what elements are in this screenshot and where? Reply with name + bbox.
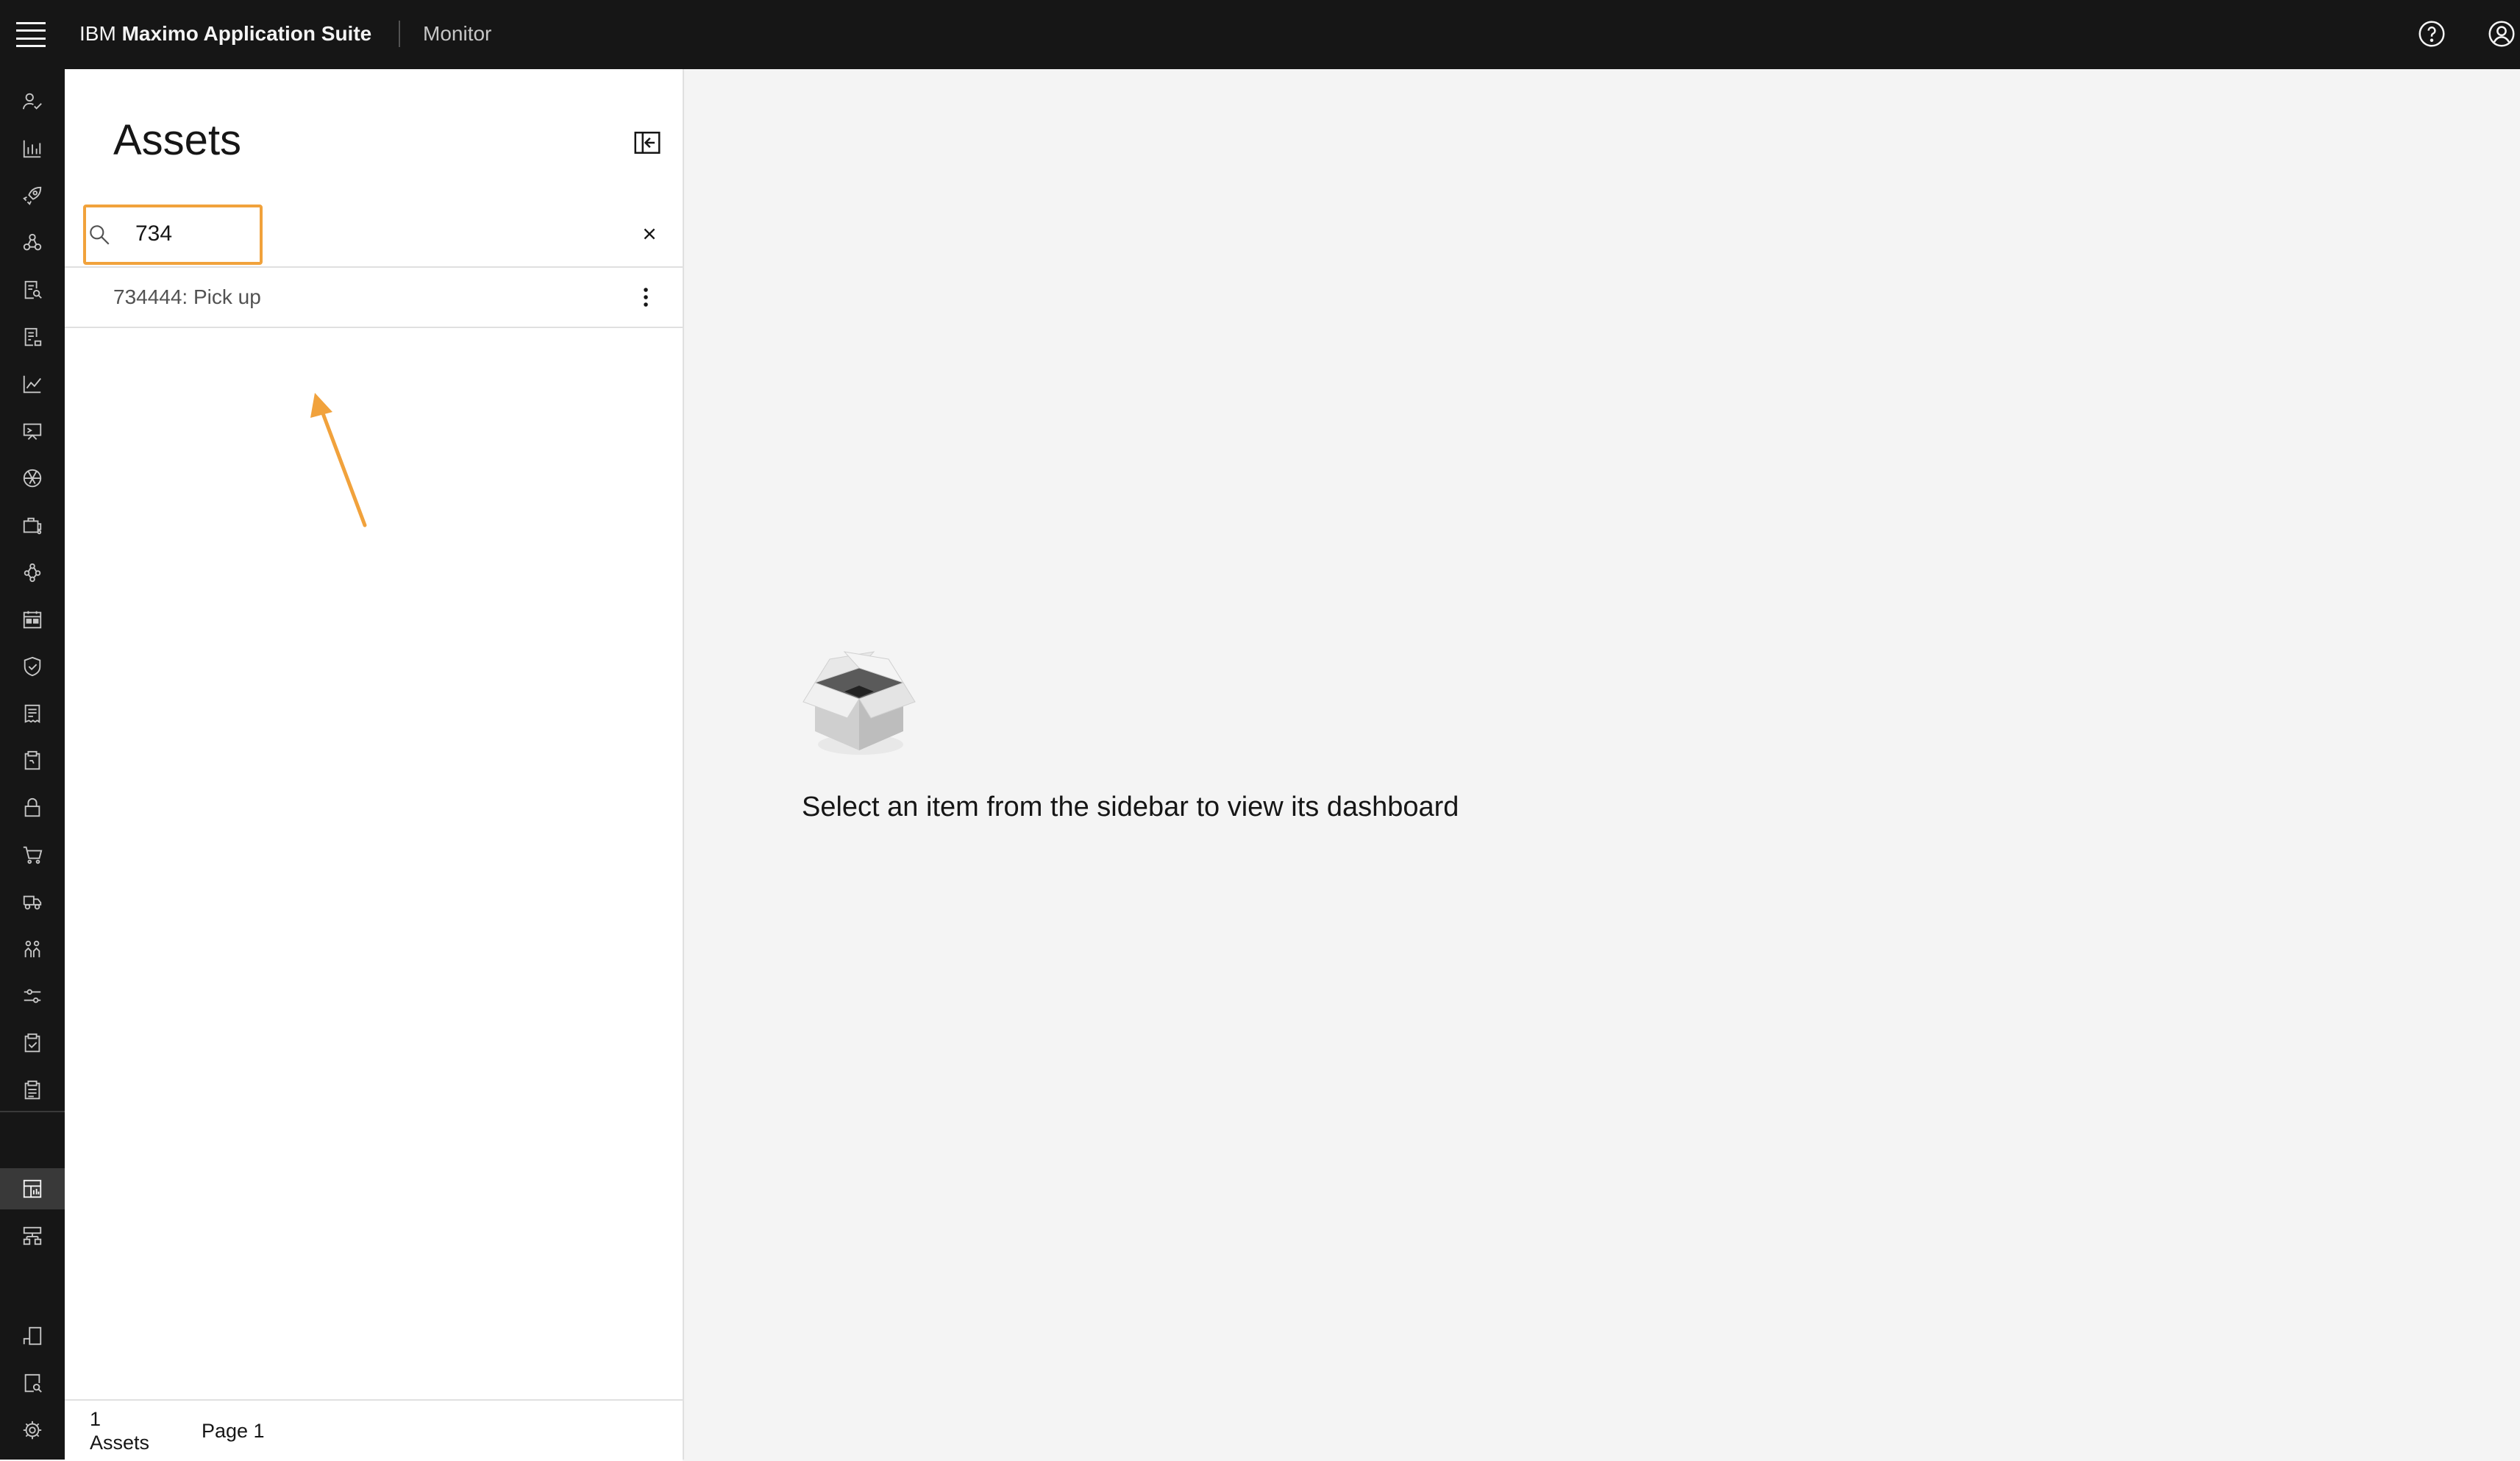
search-device-icon[interactable] (0, 1362, 65, 1404)
header-bar: IBM Maximo Application Suite Monitor (0, 0, 2520, 69)
menu-icon[interactable] (16, 22, 46, 47)
people-icon[interactable] (0, 928, 65, 970)
calendar-icon[interactable] (0, 599, 65, 640)
truck-icon[interactable] (0, 881, 65, 923)
lock-icon[interactable] (0, 787, 65, 828)
page-indicator: Page 1 (202, 1420, 265, 1442)
assets-panel: Assets 734444: Pick up 1 Assets Page 1 (65, 69, 684, 1461)
overflow-menu-icon[interactable] (631, 282, 661, 312)
asset-count-label: Assets (90, 1432, 150, 1454)
dashboard-icon[interactable] (0, 1168, 65, 1209)
open-box-icon (800, 647, 918, 758)
brand-name: Maximo Application Suite (121, 22, 372, 45)
asset-label: 734444: Pick up (113, 285, 261, 308)
header-divider (399, 21, 400, 47)
product-name: Monitor (423, 22, 492, 45)
report-icon[interactable] (0, 1070, 65, 1111)
search-icon (87, 222, 112, 247)
panel-footer: 1 Assets Page 1 (65, 1399, 683, 1461)
bar-chart-icon[interactable] (0, 128, 65, 169)
settings-icon[interactable] (0, 1410, 65, 1451)
presentation-icon[interactable] (0, 410, 65, 452)
side-navigation (0, 69, 65, 1460)
list-item[interactable]: 734444: Pick up (65, 268, 683, 328)
aperture-icon[interactable] (0, 458, 65, 499)
toolbox-icon[interactable] (0, 505, 65, 546)
search-document-icon[interactable] (0, 269, 65, 310)
user-check-icon[interactable] (0, 81, 65, 122)
document-icon[interactable] (0, 316, 65, 358)
asset-count: 1 (90, 1408, 102, 1430)
network-icon[interactable] (0, 222, 65, 263)
clear-search-icon[interactable] (638, 223, 661, 245)
sliders-icon[interactable] (0, 975, 65, 1017)
checklist-icon[interactable] (0, 1023, 65, 1064)
annotation-arrow (310, 393, 367, 527)
cart-icon[interactable] (0, 834, 65, 875)
receipt-icon[interactable] (0, 693, 65, 734)
layout-icon[interactable] (0, 1215, 65, 1256)
collapse-panel-icon[interactable] (633, 128, 662, 157)
line-chart-icon[interactable] (0, 363, 65, 405)
search-bar (65, 202, 683, 268)
empty-state-message: Select an item from the sidebar to view … (802, 792, 1459, 822)
clipboard-icon[interactable] (0, 740, 65, 781)
user-profile-icon[interactable] (2487, 19, 2516, 49)
app-brand[interactable]: IBM Maximo Application Suite (79, 21, 371, 47)
mobile-icon[interactable] (0, 1315, 65, 1357)
nav-divider (0, 1111, 65, 1112)
hierarchy-icon[interactable] (0, 552, 65, 593)
panel-title: Assets (113, 116, 242, 164)
shield-check-icon[interactable] (0, 646, 65, 687)
help-icon[interactable] (2417, 19, 2446, 49)
rocket-icon[interactable] (0, 175, 65, 216)
brand-prefix: IBM (79, 22, 116, 45)
search-input[interactable] (135, 213, 577, 255)
